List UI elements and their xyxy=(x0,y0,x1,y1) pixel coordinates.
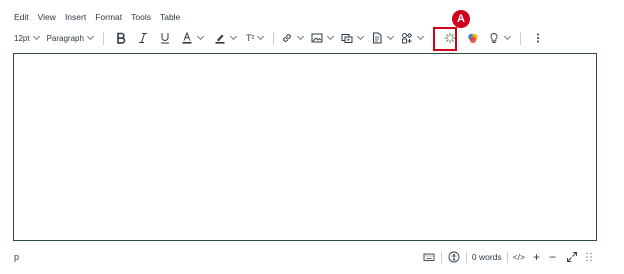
resize-handle-icon[interactable] xyxy=(582,250,596,264)
keyboard-icon[interactable] xyxy=(422,250,436,264)
chevron-down-icon xyxy=(257,32,265,41)
element-path[interactable]: p xyxy=(14,252,422,262)
font-size-value: 12pt xyxy=(14,33,30,43)
status-actions: 0 words </> + − xyxy=(422,250,596,264)
document-button[interactable] xyxy=(370,28,397,48)
toolbar-divider xyxy=(520,31,522,45)
colorful-app-button[interactable] xyxy=(466,28,480,48)
text-color-icon xyxy=(180,31,194,45)
zoom-in-button[interactable]: + xyxy=(533,250,540,264)
italic-icon xyxy=(136,31,150,45)
link-icon xyxy=(280,31,294,45)
text-color-button[interactable] xyxy=(180,28,207,48)
menu-table[interactable]: Table xyxy=(160,10,180,24)
chevron-down-icon xyxy=(297,32,305,41)
annotation-highlight-box xyxy=(433,27,457,51)
chevron-down-icon xyxy=(327,32,335,41)
italic-button[interactable] xyxy=(136,28,150,48)
menu-edit[interactable]: Edit xyxy=(14,10,29,24)
lightbulb-button[interactable] xyxy=(487,28,514,48)
status-divider xyxy=(440,251,442,263)
chevron-down-icon xyxy=(504,32,512,41)
html-editor-toggle[interactable]: </> xyxy=(513,252,525,262)
superscript-button[interactable]: T² xyxy=(246,28,268,48)
menu-tools[interactable]: Tools xyxy=(131,10,151,24)
menu-format[interactable]: Format xyxy=(95,10,122,24)
highlight-color-button[interactable] xyxy=(213,28,240,48)
colorful-app-icon xyxy=(466,31,480,45)
superscript-icon: T² xyxy=(245,33,255,43)
chevron-down-icon xyxy=(229,32,237,41)
chevron-down-icon xyxy=(86,32,94,41)
editor-toolbar: 12pt Paragraph T² xyxy=(14,28,596,48)
bold-button[interactable] xyxy=(114,28,128,48)
more-options-icon xyxy=(531,31,545,45)
highlight-color-icon xyxy=(213,31,227,45)
link-button[interactable] xyxy=(280,28,307,48)
chevron-down-icon xyxy=(417,32,425,41)
menu-insert[interactable]: Insert xyxy=(65,10,86,24)
toolbar-divider xyxy=(273,31,275,45)
status-divider xyxy=(465,251,467,263)
image-icon xyxy=(310,31,324,45)
status-bar: p 0 words </> + − xyxy=(14,248,596,266)
underline-icon xyxy=(158,31,172,45)
more-options-button[interactable] xyxy=(531,28,545,48)
block-format-value: Paragraph xyxy=(46,33,84,43)
apps-button[interactable] xyxy=(400,28,427,48)
apps-icon xyxy=(400,31,414,45)
document-icon xyxy=(370,31,384,45)
chevron-down-icon xyxy=(32,32,40,41)
fullscreen-icon[interactable] xyxy=(565,250,579,264)
media-icon xyxy=(340,31,354,45)
paragraph-dropdown[interactable]: Paragraph xyxy=(47,28,97,48)
accessibility-icon[interactable] xyxy=(447,250,461,264)
image-button[interactable] xyxy=(310,28,337,48)
annotation-callout: A xyxy=(452,10,470,28)
menu-view[interactable]: View xyxy=(38,10,56,24)
bold-icon xyxy=(114,31,128,45)
chevron-down-icon xyxy=(357,32,365,41)
word-count[interactable]: 0 words xyxy=(472,252,502,262)
editor-content-area[interactable] xyxy=(13,53,597,241)
underline-button[interactable] xyxy=(158,28,172,48)
chevron-down-icon xyxy=(196,32,204,41)
toolbar-divider xyxy=(102,31,104,45)
menu-bar: Edit View Insert Format Tools Table xyxy=(14,10,189,24)
lightbulb-icon xyxy=(487,31,501,45)
media-button[interactable] xyxy=(340,28,367,48)
status-divider xyxy=(506,251,508,263)
chevron-down-icon xyxy=(387,32,395,41)
font-size-dropdown[interactable]: 12pt xyxy=(14,28,43,48)
zoom-out-button[interactable]: − xyxy=(549,250,556,264)
